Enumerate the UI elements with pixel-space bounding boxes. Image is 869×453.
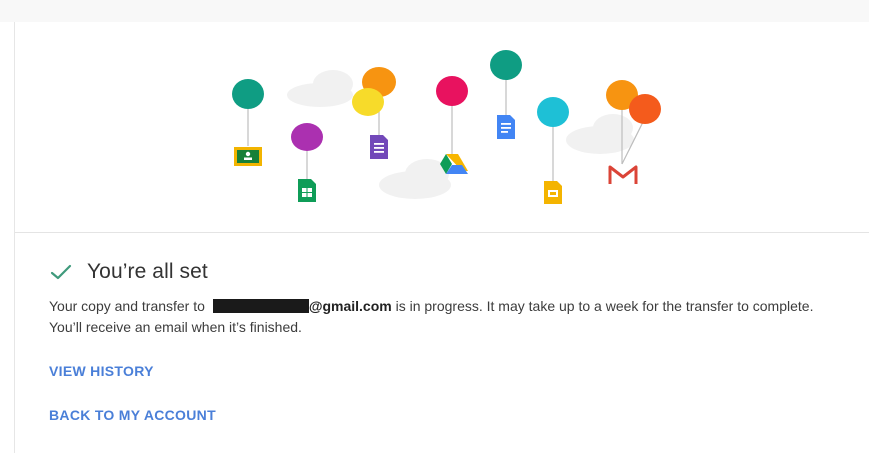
cloud: [379, 159, 451, 199]
balloon-cyan: [537, 97, 569, 127]
balloon-pink: [436, 76, 468, 106]
sheets-icon: [298, 179, 316, 202]
forms-icon: [370, 135, 388, 159]
message-prefix: Your copy and transfer to: [49, 298, 209, 314]
gmail-icon: [608, 165, 638, 184]
docs-icon: [497, 115, 515, 139]
transfer-message: Your copy and transfer to @gmail.com is …: [49, 296, 839, 338]
balloon-red: [629, 94, 661, 124]
classroom-icon: [234, 147, 262, 166]
balloon-teal: [232, 79, 264, 109]
balloon-purple: [291, 123, 323, 151]
status-title: You’re all set: [87, 260, 208, 283]
email-domain: @gmail.com: [308, 298, 392, 314]
cloud: [566, 114, 634, 154]
cloud: [287, 70, 353, 107]
back-to-account-link[interactable]: BACK TO MY ACCOUNT: [49, 407, 216, 423]
check-icon: [49, 262, 73, 282]
status-row: You’re all set: [49, 258, 208, 286]
view-history-link[interactable]: VIEW HISTORY: [49, 363, 154, 379]
confirmation-card: You’re all set Your copy and transfer to…: [14, 22, 869, 453]
redacted-email-username: [212, 299, 309, 313]
drive-icon: [440, 154, 468, 174]
balloon-yellow: [352, 88, 384, 116]
top-strip: [0, 0, 869, 22]
slides-icon: [544, 181, 562, 204]
balloon-teal-2: [490, 50, 522, 80]
balloons-illustration: [15, 22, 869, 233]
